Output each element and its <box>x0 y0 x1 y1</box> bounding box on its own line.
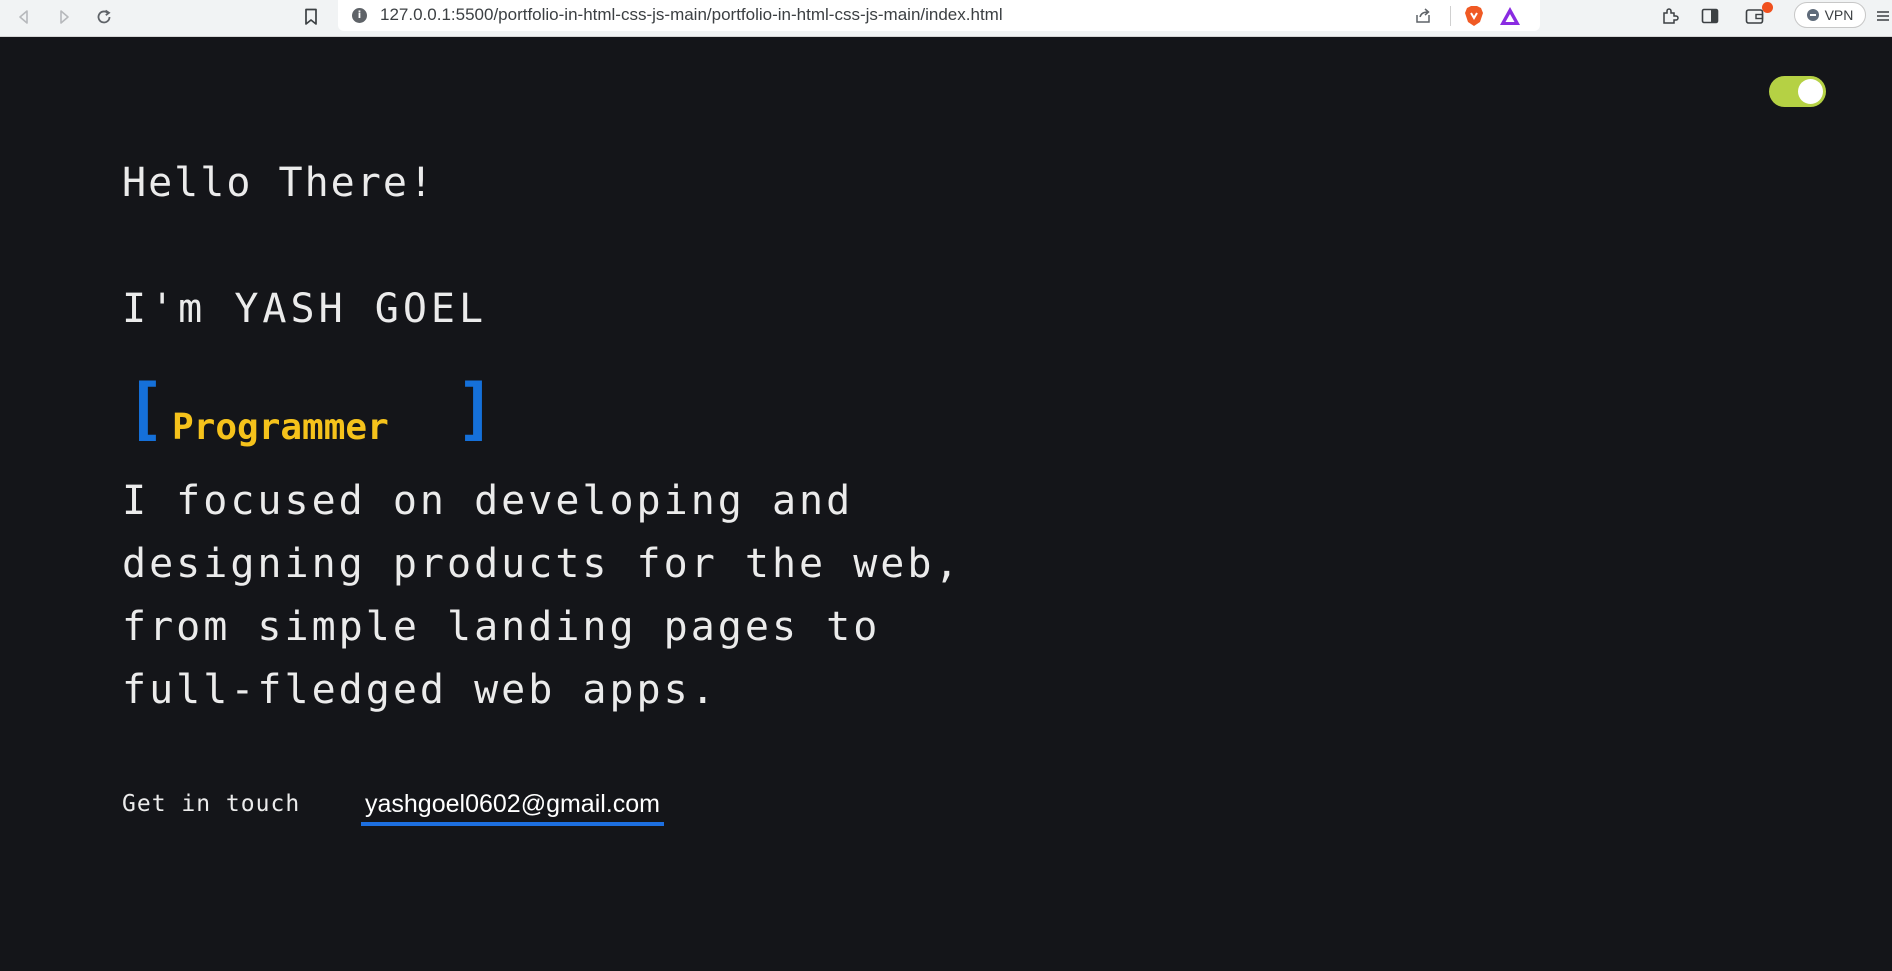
notification-badge <box>1762 2 1773 13</box>
extensions-icon[interactable] <box>1658 4 1682 28</box>
bracket-open: [ <box>125 370 166 449</box>
brave-shield-icon[interactable] <box>1462 4 1486 28</box>
divider <box>1450 6 1451 26</box>
brave-rewards-icon[interactable] <box>1498 4 1522 28</box>
address-bar[interactable]: i 127.0.0.1:5500/portfolio-in-html-css-j… <box>338 0 1540 31</box>
vpn-status-icon <box>1806 9 1819 21</box>
contact-label: Get in touch <box>122 791 301 817</box>
back-icon[interactable] <box>10 4 38 30</box>
site-info-icon[interactable]: i <box>352 8 367 23</box>
role-typing-text: Programmer <box>172 407 389 448</box>
bracket-close: ] <box>455 370 496 449</box>
menu-icon[interactable] <box>1876 4 1890 28</box>
toggle-knob <box>1798 79 1823 104</box>
email-link[interactable]: yashgoel0602@gmail.com <box>361 790 664 826</box>
browser-toolbar: i 127.0.0.1:5500/portfolio-in-html-css-j… <box>0 0 1892 37</box>
vpn-label: VPN <box>1824 7 1854 23</box>
reload-icon[interactable] <box>90 4 118 30</box>
bio-paragraph: I focused on developing and designing pr… <box>122 478 962 713</box>
url-text[interactable]: 127.0.0.1:5500/portfolio-in-html-css-js-… <box>380 5 1003 25</box>
name-heading: I'm YASH GOEL <box>122 286 488 332</box>
vpn-button[interactable]: VPN <box>1794 2 1866 28</box>
bookmark-icon[interactable] <box>297 4 325 30</box>
share-icon[interactable] <box>1412 4 1434 28</box>
theme-toggle[interactable] <box>1769 76 1826 107</box>
greeting-heading: Hello There! <box>122 160 435 206</box>
sidebar-icon[interactable] <box>1698 4 1722 28</box>
forward-icon[interactable] <box>50 4 78 30</box>
